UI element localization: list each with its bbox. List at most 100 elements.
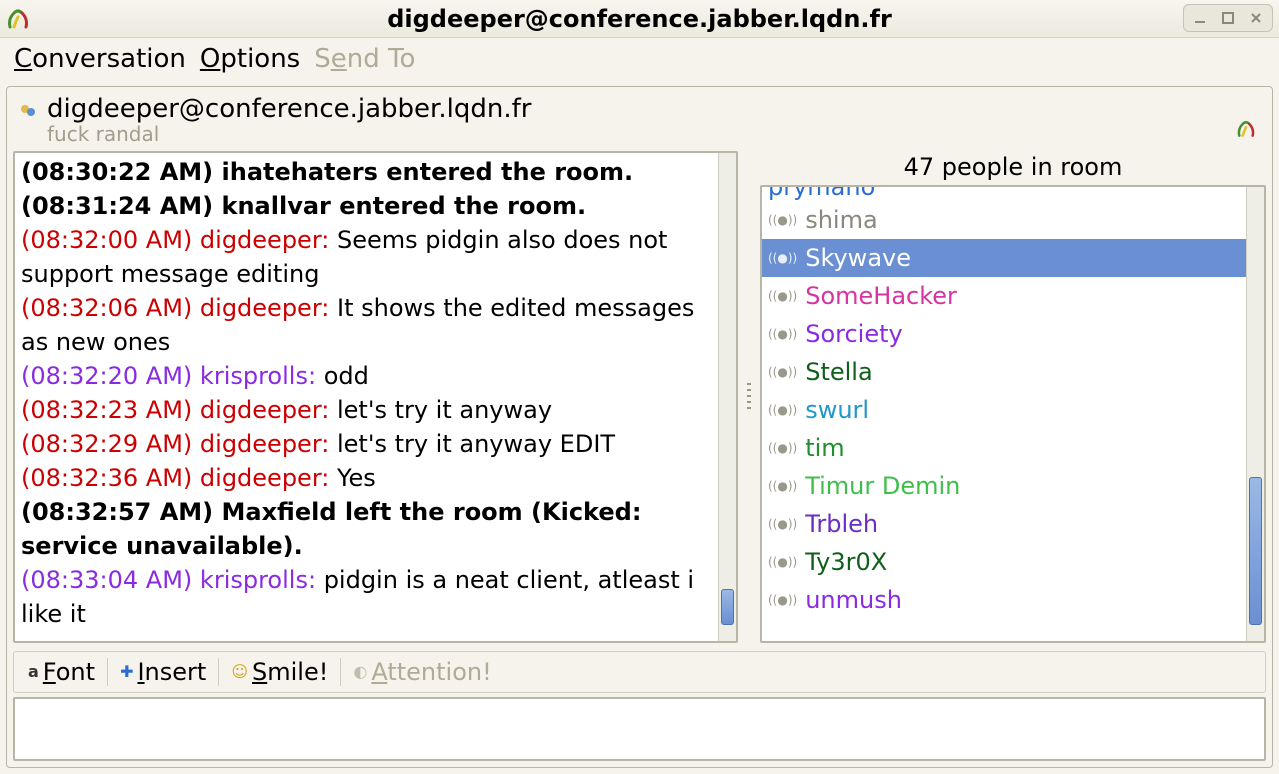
menu-options[interactable]: Options (200, 44, 300, 74)
client-area: digdeeper@conference.jabber.lqdn.fr fuck… (6, 86, 1273, 768)
title-bar: digdeeper@conference.jabber.lqdn.fr (0, 0, 1279, 38)
menu-bar: Conversation Options Send To (0, 38, 1279, 80)
message-line: (08:32:36 AM) digdeeper: Yes (21, 461, 712, 495)
room-topic: fuck randal (47, 123, 1226, 145)
message-text: let's try it anyway EDIT (337, 430, 615, 458)
message-line: (08:32:23 AM) digdeeper: let's try it an… (21, 393, 712, 427)
roster-item-name: tim (805, 434, 844, 462)
minimize-button[interactable] (1188, 7, 1212, 29)
roster-item[interactable]: ((●)) unmush (762, 581, 1246, 619)
message-line: (08:31:24 AM) knallvar entered the room. (21, 189, 712, 223)
format-toolbar: a Font ✚ Insert ☺ Smile! ◐ Attention! (13, 651, 1266, 693)
message-input[interactable] (15, 699, 1264, 759)
window-title: digdeeper@conference.jabber.lqdn.fr (0, 5, 1279, 33)
window-controls (1183, 4, 1273, 32)
roster-scrollbar[interactable] (1246, 187, 1264, 641)
maximize-button[interactable] (1216, 7, 1240, 29)
app-icon (6, 7, 30, 31)
presence-icon: ((●)) (768, 327, 797, 341)
message-nick: digdeeper: (200, 430, 329, 458)
presence-icon: ((●)) (768, 555, 797, 569)
message-nick: digdeeper: (200, 294, 329, 322)
roster-pane: 47 people in room prymano ((●))shima((●)… (760, 151, 1266, 643)
message-text: ihatehaters entered the room. (222, 158, 634, 186)
toolbar-separator (107, 658, 108, 686)
roster-item-name: Skywave (805, 244, 911, 272)
roster-item[interactable]: ((●)) Skywave (762, 239, 1246, 277)
conversation-pane: (08:30:22 AM) ihatehaters entered the ro… (13, 151, 738, 643)
message-text: knallvar entered the room. (222, 192, 587, 220)
message-line: (08:33:04 AM) krisprolls: pidgin is a ne… (21, 563, 712, 631)
smile-button[interactable]: ☺ Smile! (223, 656, 336, 688)
message-text: odd (324, 362, 369, 390)
roster-item[interactable]: ((●)) Ty3r0X (762, 543, 1246, 581)
attention-icon: ◐ (353, 664, 367, 680)
message-line: (08:30:22 AM) ihatehaters entered the ro… (21, 155, 712, 189)
roster-item[interactable]: ((●)) Sorciety (762, 315, 1246, 353)
roster-item-name: unmush (805, 586, 902, 614)
roster-item-name: SomeHacker (805, 282, 957, 310)
roster-partial-top: prymano (762, 187, 1246, 201)
message-timestamp: (08:30:22 AM) (21, 158, 213, 186)
message-line: (08:32:57 AM) Maxfield left the room (Ki… (21, 495, 712, 563)
message-line: (08:32:29 AM) digdeeper: let's try it an… (21, 427, 712, 461)
roster-item-name: shima (805, 206, 877, 234)
roster-item[interactable]: ((●)) shima (762, 201, 1246, 239)
message-input-area (13, 697, 1266, 761)
roster-item-name: Trbleh (805, 510, 878, 538)
menu-send-to[interactable]: Send To (314, 44, 415, 74)
smile-icon: ☺ (231, 664, 248, 680)
roster-count: 47 people in room (760, 151, 1266, 185)
roster-list[interactable]: prymano ((●)) shima ((●)) Skywave ((●)) SomeH… (762, 187, 1246, 641)
font-button[interactable]: a Font (20, 656, 103, 688)
presence-icon: ((●)) (768, 441, 797, 455)
message-timestamp: (08:32:29 AM) (21, 430, 192, 458)
close-button[interactable] (1244, 7, 1268, 29)
message-timestamp: (08:32:00 AM) (21, 226, 192, 254)
roster-item[interactable]: ((●)) SomeHacker (762, 277, 1246, 315)
roster-item[interactable]: ((●)) Stella (762, 353, 1246, 391)
presence-icon: ((●)) (768, 213, 797, 227)
toolbar-separator (218, 658, 219, 686)
message-timestamp: (08:32:23 AM) (21, 396, 192, 424)
insert-icon: ✚ (120, 664, 133, 680)
message-nick: digdeeper: (200, 396, 329, 424)
message-timestamp: (08:32:57 AM) (21, 498, 213, 526)
tab-protocol-icon (1236, 119, 1256, 145)
message-nick: digdeeper: (200, 464, 329, 492)
message-timestamp: (08:33:04 AM) (21, 566, 192, 594)
conversation-log[interactable]: (08:30:22 AM) ihatehaters entered the ro… (15, 153, 718, 641)
message-line: (08:32:00 AM) digdeeper: Seems pidgin al… (21, 223, 712, 291)
roster-item[interactable]: ((●)) Trbleh (762, 505, 1246, 543)
presence-icon: ((●)) (768, 251, 797, 265)
roster-item[interactable]: ((●)) Timur Demin (762, 467, 1246, 505)
message-line: (08:32:06 AM) digdeeper: It shows the ed… (21, 291, 712, 359)
roster-item-name: Sorciety (805, 320, 903, 348)
toolbar-separator (340, 658, 341, 686)
menu-conversation[interactable]: Conversation (14, 44, 186, 74)
roster-item-name: Timur Demin (805, 472, 960, 500)
roster-item[interactable]: ((●)) tim (762, 429, 1246, 467)
presence-icon: ((●)) (768, 365, 797, 379)
message-text: Yes (337, 464, 376, 492)
presence-icon: ((●)) (768, 403, 797, 417)
message-nick: krisprolls: (200, 362, 316, 390)
message-timestamp: (08:32:06 AM) (21, 294, 192, 322)
presence-icon: ((●)) (768, 593, 797, 607)
roster-item-name: Stella (805, 358, 872, 386)
presence-icon: ((●)) (768, 479, 797, 493)
roster-item[interactable]: ((●)) swurl (762, 391, 1246, 429)
roster-item-name: swurl (805, 396, 869, 424)
presence-icon: ((●)) (768, 517, 797, 531)
pane-divider[interactable] (746, 151, 752, 643)
font-icon: a (28, 664, 39, 680)
message-nick: digdeeper: (200, 226, 329, 254)
conversation-scrollbar[interactable] (718, 153, 736, 641)
presence-icon: ((●)) (768, 289, 797, 303)
message-timestamp: (08:32:36 AM) (21, 464, 192, 492)
attention-button[interactable]: ◐ Attention! (345, 656, 499, 688)
room-name: digdeeper@conference.jabber.lqdn.fr (47, 95, 1226, 123)
roster-item-name: Ty3r0X (805, 548, 887, 576)
insert-button[interactable]: ✚ Insert (112, 656, 214, 688)
chatroom-icon (19, 101, 37, 119)
